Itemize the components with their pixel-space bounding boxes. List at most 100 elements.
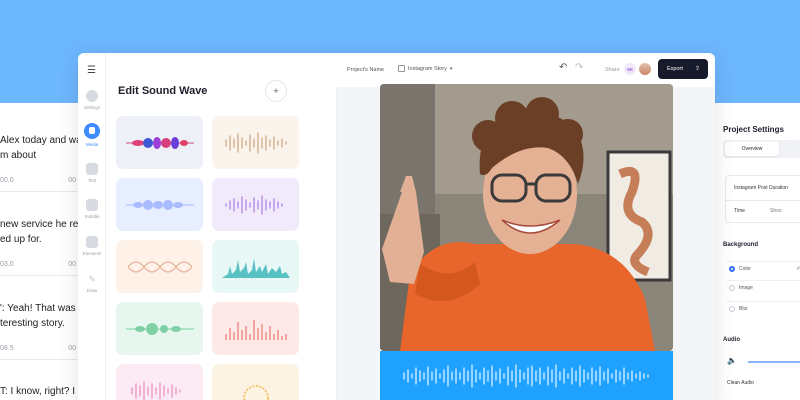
rail-item-subtitle[interactable]: Subtitle — [78, 199, 106, 219]
divider — [0, 275, 82, 276]
avatar[interactable] — [638, 62, 652, 76]
divider — [0, 359, 82, 360]
clean-audio-label: Clean Audio — [727, 380, 754, 386]
transcript-line: ': Yeah! That was kin — [0, 303, 92, 314]
transcript-panel: Alex today and wa m about 00.0 00 new ser… — [0, 103, 92, 400]
wave-style-tile[interactable] — [116, 178, 203, 231]
rail-label: Elements — [82, 251, 102, 256]
sound-wave-track[interactable] — [380, 351, 673, 400]
project-name[interactable]: Project's Name — [347, 67, 384, 73]
rail-item-draw[interactable]: ✎ Draw — [78, 273, 106, 293]
wave-style-tile[interactable] — [212, 302, 299, 355]
background-title: Background — [723, 242, 759, 248]
wave-preview — [125, 136, 194, 149]
user-badge[interactable]: SK — [624, 63, 636, 75]
rail-item-media[interactable]: Media — [78, 123, 106, 147]
gear-icon — [86, 90, 98, 102]
divider — [726, 200, 800, 201]
radio-icon[interactable] — [729, 306, 735, 312]
tab-overview[interactable]: Overview — [725, 142, 779, 156]
rail-label: Subtitle — [84, 214, 100, 219]
tool-rail: ☰ Settings Media Text Subtitle Elements … — [78, 53, 106, 400]
wave-preview — [125, 322, 194, 335]
redo-icon[interactable]: ↷ — [575, 62, 583, 73]
wave-preview — [224, 194, 283, 215]
bg-option-label: Blur — [739, 305, 748, 312]
duration-box: Instagram Post Duration Time Shoo — [725, 175, 800, 223]
video-preview[interactable] — [380, 84, 673, 351]
bg-option-label: Image — [739, 284, 753, 291]
rail-label: Text — [87, 178, 97, 183]
rail-item-elements[interactable]: Elements — [78, 236, 106, 256]
rail-item-settings[interactable]: Settings — [78, 90, 106, 110]
transcript-line: new service he rec — [0, 219, 84, 230]
audio-title: Audio — [723, 337, 740, 343]
wave-style-tile[interactable] — [212, 364, 299, 400]
subtitle-icon — [86, 199, 98, 211]
menu-icon[interactable]: ☰ — [87, 65, 96, 76]
export-button[interactable]: Export ⇪ — [658, 59, 708, 79]
wave-style-tile[interactable] — [116, 116, 203, 169]
chevron-down-icon: ▾ — [449, 65, 453, 72]
bg-option-label: Color — [739, 265, 751, 272]
transcript-line: Alex today and wa — [0, 135, 82, 146]
transcript-item[interactable]: ': Yeah! That was kin teresting story. 0… — [0, 301, 92, 360]
transcript-start-time: 08.5 — [0, 345, 14, 352]
wave-style-tile[interactable] — [116, 302, 203, 355]
share-button[interactable]: Share — [605, 67, 620, 73]
transcript-start-time: 03.0 — [0, 261, 14, 268]
panel-title: Edit Sound Wave — [118, 85, 208, 97]
wave-style-tile[interactable] — [116, 364, 203, 400]
wave-preview — [242, 384, 269, 400]
transcript-line: m about — [0, 150, 37, 161]
bg-option-color[interactable]: Color #f — [727, 261, 800, 275]
media-icon — [84, 123, 100, 139]
text-icon — [86, 163, 98, 175]
export-label: Export — [667, 66, 683, 72]
upload-icon: ⇪ — [694, 66, 700, 72]
volume-slider[interactable] — [748, 361, 800, 363]
time-value[interactable]: Shoo — [770, 208, 782, 214]
wave-preview — [224, 131, 287, 154]
transcript-end-time: 00 — [68, 177, 76, 184]
wave-style-tile[interactable] — [212, 116, 299, 169]
wave-style-tile[interactable] — [116, 240, 203, 293]
bg-option-image[interactable]: Image — [727, 280, 800, 294]
wave-preview — [221, 257, 290, 278]
rail-item-text[interactable]: Text — [78, 163, 106, 183]
wave-preview — [125, 199, 194, 210]
radio-icon[interactable] — [729, 266, 735, 272]
transcript-end-time: 00 — [68, 261, 76, 268]
wave-preview — [130, 380, 181, 400]
transcript-line: ed up for. — [0, 234, 42, 245]
add-button[interactable]: + — [265, 80, 287, 102]
story-format-icon — [398, 65, 405, 72]
time-label: Time — [734, 208, 745, 214]
transcript-item[interactable]: new service he rec ed up for. 03.0 00 — [0, 217, 84, 276]
settings-title: Project Settings — [723, 125, 784, 134]
speaker-icon[interactable]: 🔈 — [727, 356, 737, 365]
transcript-line: T: I know, right? I k — [0, 386, 83, 397]
format-label: Instagram Story — [408, 65, 447, 72]
settings-tabs: Overview — [723, 140, 800, 158]
rail-label: Settings — [83, 105, 101, 110]
divider — [0, 191, 82, 192]
transcript-item[interactable]: Alex today and wa m about 00.0 00 — [0, 133, 82, 192]
format-dropdown[interactable]: Instagram Story ▾ — [398, 65, 452, 72]
wave-style-tile[interactable] — [212, 178, 299, 231]
wave-preview — [224, 319, 287, 340]
pen-icon: ✎ — [88, 274, 96, 284]
wave-preview — [127, 260, 192, 273]
transcript-start-time: 00.0 — [0, 177, 14, 184]
rail-label: Media — [85, 142, 99, 147]
rail-label: Draw — [86, 288, 98, 293]
radio-icon[interactable] — [729, 285, 735, 291]
project-settings-panel: Project Settings Overview Instagram Post… — [715, 103, 800, 400]
wave-style-tile[interactable] — [212, 240, 299, 293]
transcript-item[interactable]: T: I know, right? I k — [0, 384, 83, 399]
video-frame-image — [380, 84, 673, 351]
sound-wave-graphic — [402, 363, 649, 388]
duration-label: Instagram Post Duration — [734, 185, 788, 191]
undo-icon[interactable]: ↶ — [559, 62, 567, 73]
bg-option-blur[interactable]: Blur — [727, 301, 800, 315]
